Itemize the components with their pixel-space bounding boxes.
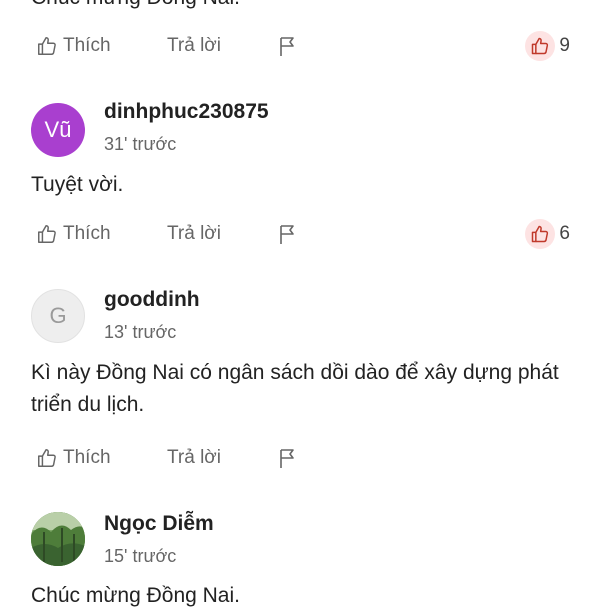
comment-text: Chúc mừng Đồng Nai. xyxy=(31,584,240,607)
comment-username[interactable]: gooddinh xyxy=(104,288,200,312)
reply-button[interactable]: Trả lời xyxy=(167,443,221,473)
reply-button[interactable]: Trả lời xyxy=(167,31,221,61)
avatar-photo xyxy=(31,512,85,566)
comment-actions: Thích Trả lời 9 xyxy=(0,31,600,61)
previous-comment-text: Chúc mừng Đồng Nai. xyxy=(31,0,240,10)
like-button[interactable]: Thích xyxy=(36,443,111,473)
avatar[interactable]: Vũ xyxy=(31,103,85,157)
thumbs-up-icon xyxy=(38,37,56,55)
avatar-initials: G xyxy=(49,303,67,328)
flag-icon xyxy=(280,225,294,244)
comment-text: Tuyệt vời. xyxy=(31,173,124,196)
like-label: Thích xyxy=(63,223,111,244)
avatar-initials: Vũ xyxy=(44,117,72,142)
report-button[interactable] xyxy=(278,219,298,249)
comment-text: Kì này Đồng Nai có ngân sách dồi dào để … xyxy=(31,361,559,416)
comment-actions: Thích Trả lời xyxy=(0,443,600,473)
like-button[interactable]: Thích xyxy=(36,31,111,61)
like-label: Thích xyxy=(63,447,111,468)
flag-icon xyxy=(280,37,294,56)
flag-icon xyxy=(280,449,294,468)
comment-time: 31' trước xyxy=(104,134,177,154)
like-button[interactable]: Thích xyxy=(36,219,111,249)
comment-time: 13' trước xyxy=(104,322,177,342)
thumbs-up-filled-icon xyxy=(525,219,556,249)
reply-label: Trả lời xyxy=(167,223,221,244)
thumbs-up-icon xyxy=(38,225,56,243)
comment-time: 15' trước xyxy=(104,546,177,566)
thumbs-up-filled-icon xyxy=(525,31,556,61)
report-button[interactable] xyxy=(278,443,298,473)
like-label: Thích xyxy=(63,35,111,56)
like-count: 6 xyxy=(525,219,570,249)
thumbs-up-icon xyxy=(38,449,56,467)
reply-label: Trả lời xyxy=(167,447,221,468)
like-count-value: 6 xyxy=(559,223,570,244)
reply-label: Trả lời xyxy=(167,35,221,56)
avatar[interactable] xyxy=(31,512,85,566)
like-count-value: 9 xyxy=(559,35,570,56)
comment-username[interactable]: Ngọc Diễm xyxy=(104,512,214,536)
reply-button[interactable]: Trả lời xyxy=(167,219,221,249)
comment-username[interactable]: dinhphuc230875 xyxy=(104,100,269,124)
like-count: 9 xyxy=(525,31,570,61)
report-button[interactable] xyxy=(278,31,298,61)
avatar[interactable]: G xyxy=(31,289,85,343)
comment-actions: Thích Trả lời 6 xyxy=(0,219,600,249)
